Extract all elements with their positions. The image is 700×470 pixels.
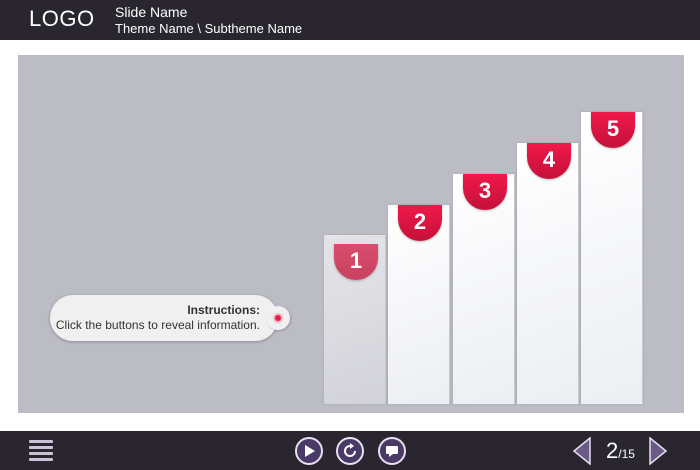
menu-icon[interactable] <box>29 440 53 462</box>
step-badge: 3 <box>463 174 507 210</box>
step-button-2[interactable]: 2 <box>388 205 450 404</box>
next-page-icon[interactable] <box>648 437 668 465</box>
total-pages: /15 <box>618 447 635 461</box>
step-button-4[interactable]: 4 <box>517 143 579 404</box>
record-dot-icon <box>273 313 283 323</box>
step-badge: 4 <box>527 143 571 179</box>
step-button-5[interactable]: 5 <box>581 112 643 404</box>
step-badge: 1 <box>334 244 378 280</box>
step-button-1[interactable]: 1 <box>324 235 386 404</box>
page-indicator: 2/15 <box>606 438 635 464</box>
header-bar: LOGO Slide Name Theme Name \ Subtheme Na… <box>0 0 700 40</box>
instructions-title: Instructions: <box>187 303 260 317</box>
slide-name: Slide Name <box>115 4 188 20</box>
instructions-text: Click the buttons to reveal information. <box>55 318 260 332</box>
theme-path: Theme Name \ Subtheme Name <box>115 21 303 36</box>
instructions-panel: Instructions: Click the buttons to revea… <box>50 295 278 341</box>
slide-stage: Instructions: Click the buttons to revea… <box>18 55 684 413</box>
comment-button[interactable] <box>378 437 406 465</box>
footer-bar: 2/15 <box>0 431 700 470</box>
current-page: 2 <box>606 438 619 463</box>
play-icon <box>305 445 315 457</box>
replay-icon <box>344 443 356 457</box>
step-badge: 2 <box>398 205 442 241</box>
replay-button[interactable] <box>336 437 364 465</box>
comment-icon <box>386 446 398 457</box>
step-badge: 5 <box>591 112 635 148</box>
step-button-3[interactable]: 3 <box>453 174 515 404</box>
logo: LOGO <box>29 6 95 31</box>
play-button[interactable] <box>295 437 323 465</box>
previous-page-icon[interactable] <box>572 437 592 465</box>
